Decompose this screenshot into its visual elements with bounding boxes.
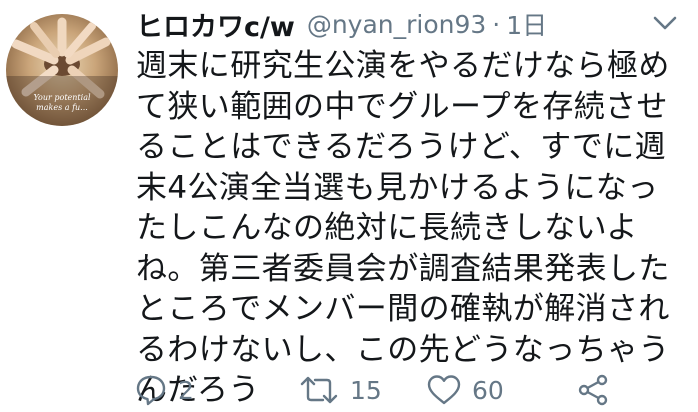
reply-count: 2 [178, 375, 194, 405]
retweet-button[interactable]: 15 [298, 370, 382, 410]
retweet-icon [300, 376, 338, 404]
share-button[interactable] [576, 370, 610, 410]
svg-text:Your potential: Your potential [33, 93, 91, 102]
action-bar: 2 15 60 [130, 370, 698, 410]
chevron-down-icon[interactable] [652, 14, 678, 32]
reply-button[interactable]: 2 [134, 370, 194, 410]
share-icon [578, 374, 608, 406]
svg-text:makes a fu...: makes a fu... [36, 103, 88, 112]
tweet-text: 週末に研究生公演をやるだけなら極めて狭い範囲の中でグループを存続させることはでき… [136, 48, 670, 408]
avatar[interactable]: Your potential makes a fu... [6, 14, 118, 126]
avatar-image: Your potential makes a fu... [6, 17, 118, 126]
display-name[interactable]: ヒロカワc/w [136, 5, 295, 44]
like-count: 60 [472, 375, 504, 405]
tweet-header: ヒロカワc/w @nyan_rion93 · 1日 [136, 4, 638, 44]
user-handle[interactable]: @nyan_rion93 [307, 10, 486, 39]
retweet-count: 15 [350, 375, 382, 405]
reply-icon [136, 375, 166, 406]
like-button[interactable]: 60 [426, 370, 504, 410]
timestamp[interactable]: 1日 [506, 6, 547, 42]
separator: · [492, 9, 501, 39]
heart-icon [427, 375, 461, 405]
